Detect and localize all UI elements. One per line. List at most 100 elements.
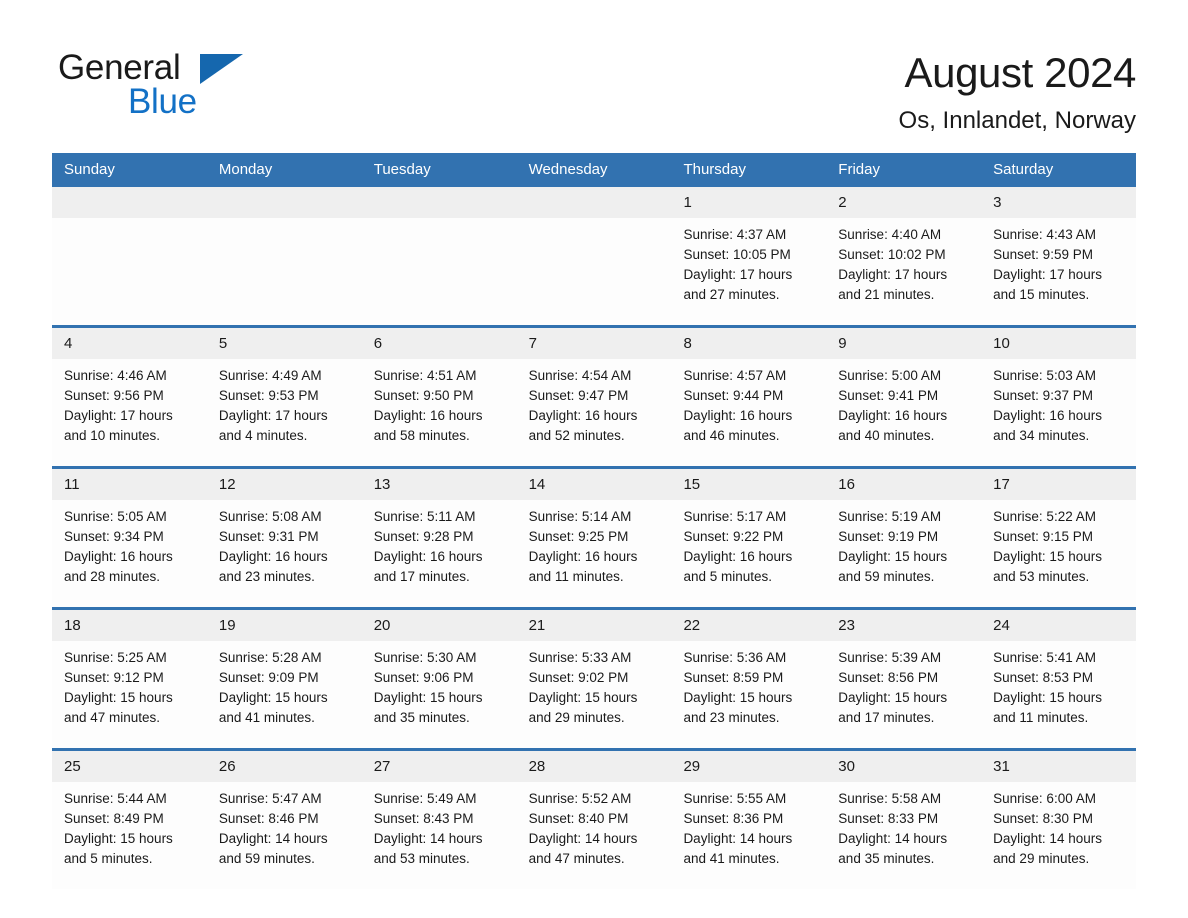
day-cell[interactable]: Sunrise: 5:39 AM Sunset: 8:56 PM Dayligh… [826,641,981,748]
day-number[interactable]: 12 [207,469,362,500]
day-number[interactable]: 30 [826,751,981,782]
day-cell[interactable]: Sunrise: 5:03 AM Sunset: 9:37 PM Dayligh… [981,359,1136,466]
sunrise-text: Sunrise: 5:55 AM [683,791,787,806]
day-number[interactable]: 16 [826,469,981,500]
day-number[interactable]: 7 [517,328,672,359]
day-number[interactable]: 13 [362,469,517,500]
day-cell[interactable]: Sunrise: 5:49 AM Sunset: 8:43 PM Dayligh… [362,782,517,889]
day-number[interactable]: 9 [826,328,981,359]
day-number[interactable]: 25 [52,751,207,782]
daylight-text-line1: Daylight: 14 hours [373,831,483,846]
day-number[interactable]: 20 [362,610,517,641]
day-number[interactable]: 6 [362,328,517,359]
daylight-text-line2: and 35 minutes. [373,710,470,725]
day-cell[interactable]: Sunrise: 5:14 AM Sunset: 9:25 PM Dayligh… [517,500,672,607]
day-number[interactable]: 26 [207,751,362,782]
day-cell[interactable]: Sunrise: 5:17 AM Sunset: 9:22 PM Dayligh… [671,500,826,607]
day-number[interactable]: 18 [52,610,207,641]
day-cell[interactable]: Sunrise: 5:30 AM Sunset: 9:06 PM Dayligh… [362,641,517,748]
sunset-text: Sunset: 9:15 PM [993,529,1093,544]
day-cell[interactable]: Sunrise: 4:37 AM Sunset: 10:05 PM Daylig… [671,218,826,325]
sunrise-text: Sunrise: 4:46 AM [64,368,167,383]
day-number[interactable]: 10 [981,328,1136,359]
daylight-text-line1: Daylight: 15 hours [993,549,1102,564]
sunset-text: Sunset: 9:44 PM [683,388,784,403]
week-info-strip: Sunrise: 5:44 AM Sunset: 8:49 PM Dayligh… [52,782,1136,889]
day-cell[interactable]: Sunrise: 5:44 AM Sunset: 8:49 PM Dayligh… [52,782,207,889]
sunset-text: Sunset: 9:34 PM [64,529,164,544]
sunset-text: Sunset: 8:36 PM [683,811,784,826]
day-cell[interactable]: Sunrise: 5:00 AM Sunset: 9:41 PM Dayligh… [826,359,981,466]
day-cell[interactable]: Sunrise: 4:54 AM Sunset: 9:47 PM Dayligh… [517,359,672,466]
day-cell[interactable]: Sunrise: 4:57 AM Sunset: 9:44 PM Dayligh… [671,359,826,466]
day-cell[interactable] [52,218,207,325]
day-number[interactable]: 28 [517,751,672,782]
daylight-text-line2: and 27 minutes. [683,287,780,302]
day-cell[interactable]: Sunrise: 5:05 AM Sunset: 9:34 PM Dayligh… [52,500,207,607]
day-cell[interactable]: Sunrise: 5:47 AM Sunset: 8:46 PM Dayligh… [207,782,362,889]
day-cell[interactable] [362,218,517,325]
day-cell[interactable]: Sunrise: 6:00 AM Sunset: 8:30 PM Dayligh… [981,782,1136,889]
day-cell[interactable]: Sunrise: 5:19 AM Sunset: 9:19 PM Dayligh… [826,500,981,607]
sunrise-text: Sunrise: 5:28 AM [218,650,322,665]
calendar-table: Sunday Monday Tuesday Wednesday Thursday… [52,153,1136,889]
day-number[interactable] [52,187,207,218]
day-number[interactable] [362,187,517,218]
day-cell[interactable]: Sunrise: 5:58 AM Sunset: 8:33 PM Dayligh… [826,782,981,889]
sunrise-text: Sunrise: 5:22 AM [993,509,1096,524]
day-number[interactable]: 31 [981,751,1136,782]
day-cell[interactable]: Sunrise: 5:55 AM Sunset: 8:36 PM Dayligh… [671,782,826,889]
day-cell[interactable] [207,218,362,325]
day-number[interactable] [207,187,362,218]
daylight-text-line1: Daylight: 16 hours [373,549,483,564]
sunset-text: Sunset: 9:06 PM [373,670,474,685]
day-cell[interactable]: Sunrise: 5:33 AM Sunset: 9:02 PM Dayligh… [517,641,672,748]
sunset-text: Sunset: 10:02 PM [838,247,946,262]
daylight-text-line2: and 17 minutes. [838,710,935,725]
day-cell[interactable]: Sunrise: 4:51 AM Sunset: 9:50 PM Dayligh… [362,359,517,466]
day-number[interactable]: 4 [52,328,207,359]
generalblue-logo[interactable]: General Blue [52,46,312,122]
day-number[interactable]: 21 [517,610,672,641]
day-number[interactable]: 11 [52,469,207,500]
daylight-text-line2: and 11 minutes. [993,710,1089,725]
sunset-text: Sunset: 8:56 PM [838,670,939,685]
day-cell[interactable]: Sunrise: 5:25 AM Sunset: 9:12 PM Dayligh… [52,641,207,748]
week-info-strip: Sunrise: 4:46 AM Sunset: 9:56 PM Dayligh… [52,359,1136,466]
day-cell[interactable]: Sunrise: 5:22 AM Sunset: 9:15 PM Dayligh… [981,500,1136,607]
day-number[interactable]: 15 [671,469,826,500]
weekday-header-row: Sunday Monday Tuesday Wednesday Thursday… [52,153,1136,187]
day-number[interactable]: 19 [207,610,362,641]
day-cell[interactable]: Sunrise: 5:08 AM Sunset: 9:31 PM Dayligh… [207,500,362,607]
day-number[interactable]: 24 [981,610,1136,641]
day-number[interactable]: 14 [517,469,672,500]
page-header: General Blue August 2024 Os, Innlandet, … [0,0,1188,138]
day-number[interactable]: 5 [207,328,362,359]
sunrise-text: Sunrise: 5:05 AM [64,509,167,524]
sunset-text: Sunset: 9:47 PM [528,388,629,403]
day-cell[interactable]: Sunrise: 4:49 AM Sunset: 9:53 PM Dayligh… [207,359,362,466]
day-number[interactable]: 3 [981,187,1136,218]
day-number[interactable]: 22 [671,610,826,641]
day-cell[interactable]: Sunrise: 4:43 AM Sunset: 9:59 PM Dayligh… [981,218,1136,325]
day-cell[interactable]: Sunrise: 4:46 AM Sunset: 9:56 PM Dayligh… [52,359,207,466]
day-cell[interactable]: Sunrise: 5:36 AM Sunset: 8:59 PM Dayligh… [671,641,826,748]
day-number[interactable] [517,187,672,218]
day-cell[interactable]: Sunrise: 5:11 AM Sunset: 9:28 PM Dayligh… [362,500,517,607]
sunrise-text: Sunrise: 4:51 AM [373,368,477,383]
day-cell[interactable]: Sunrise: 5:41 AM Sunset: 8:53 PM Dayligh… [981,641,1136,748]
daylight-text-line1: Daylight: 17 hours [993,267,1102,282]
day-number[interactable]: 17 [981,469,1136,500]
daylight-text-line2: and 15 minutes. [993,287,1090,302]
day-cell[interactable] [517,218,672,325]
day-number[interactable]: 1 [671,187,826,218]
day-cell[interactable]: Sunrise: 4:40 AM Sunset: 10:02 PM Daylig… [826,218,981,325]
day-number[interactable]: 27 [362,751,517,782]
day-number[interactable]: 29 [671,751,826,782]
day-number[interactable]: 2 [826,187,981,218]
day-number[interactable]: 23 [826,610,981,641]
day-cell[interactable]: Sunrise: 5:52 AM Sunset: 8:40 PM Dayligh… [517,782,672,889]
day-cell[interactable]: Sunrise: 5:28 AM Sunset: 9:09 PM Dayligh… [207,641,362,748]
daylight-text-line2: and 40 minutes. [838,428,935,443]
day-number[interactable]: 8 [671,328,826,359]
